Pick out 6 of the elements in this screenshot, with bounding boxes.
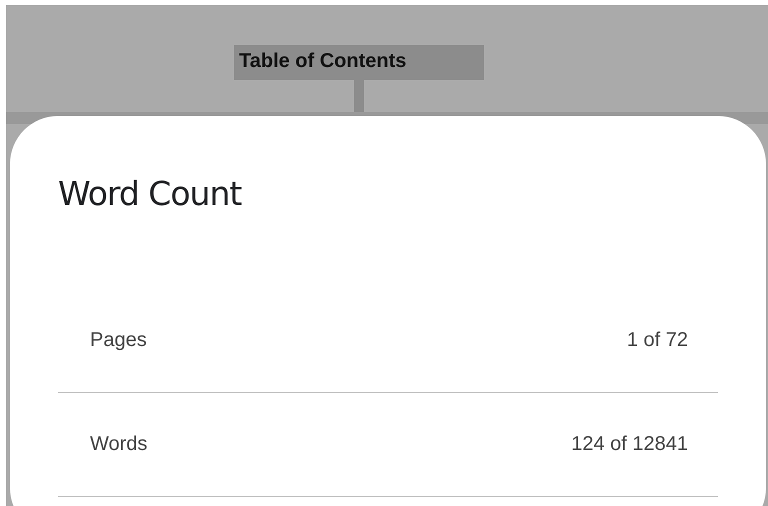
dialog-title: Word Count (58, 173, 242, 215)
stat-value: 124 of 12841 (571, 433, 688, 456)
stat-label: Pages (90, 329, 147, 352)
toc-heading: Table of Contents (234, 45, 484, 80)
stat-label: Words (90, 433, 148, 456)
stat-value: 1 of 72 (626, 329, 688, 352)
